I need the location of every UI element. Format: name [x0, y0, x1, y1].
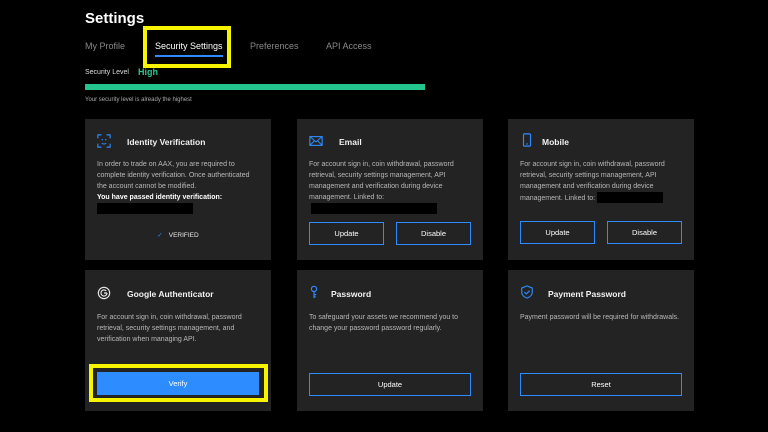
card-description: For account sign in, coin withdrawal, pa…	[309, 159, 473, 215]
card-description: To safeguard your assets we recommend yo…	[309, 314, 459, 332]
mobile-update-button[interactable]: Update	[520, 221, 595, 244]
tab-preferences[interactable]: Preferences	[250, 41, 299, 51]
redacted-email	[311, 203, 437, 214]
card-title: Email	[339, 137, 362, 147]
card-description-text: In order to trade on AAX, you are requir…	[97, 161, 250, 190]
security-level-label: Security Level	[85, 69, 129, 76]
verified-status: ✓ VERIFIED	[85, 231, 271, 239]
email-update-button[interactable]: Update	[309, 222, 384, 245]
email-disable-button[interactable]: Disable	[396, 222, 471, 245]
envelope-icon	[309, 136, 323, 146]
check-icon: ✓	[157, 232, 163, 239]
identity-passed-text: You have passed identity verification:	[97, 194, 223, 201]
security-level-bar-fill	[85, 84, 425, 90]
card-title: Identity Verification	[127, 137, 206, 147]
card-description: Payment password will be required for wi…	[520, 314, 680, 321]
redacted-phone	[597, 192, 664, 203]
highlight-box-security-tab	[143, 26, 231, 68]
key-icon	[310, 285, 318, 299]
security-level-value: High	[138, 67, 158, 77]
card-payment-password: Payment Password Payment password will b…	[508, 270, 694, 411]
shield-check-icon	[521, 285, 533, 299]
card-identity-verification: Identity Verification In order to trade …	[85, 119, 271, 260]
payment-reset-button[interactable]: Reset	[520, 373, 682, 396]
face-scan-icon	[97, 134, 111, 148]
card-title: Password	[331, 289, 372, 299]
tab-api-access[interactable]: API Access	[326, 41, 372, 51]
card-description: In order to trade on AAX, you are requir…	[97, 159, 259, 214]
highlight-box-verify-button	[89, 364, 268, 402]
google-icon	[97, 286, 111, 300]
card-description-text: For account sign in, coin withdrawal, pa…	[309, 161, 454, 201]
card-description: For account sign in, coin withdrawal, pa…	[520, 159, 684, 204]
card-mobile: Mobile For account sign in, coin withdra…	[508, 119, 694, 260]
page-title: Settings	[85, 10, 145, 27]
security-level-note: Your security level is already the highe…	[85, 97, 192, 103]
password-update-button[interactable]: Update	[309, 373, 471, 396]
card-email: Email For account sign in, coin withdraw…	[297, 119, 483, 260]
mobile-phone-icon	[522, 133, 532, 147]
mobile-disable-button[interactable]: Disable	[607, 221, 682, 244]
tab-my-profile[interactable]: My Profile	[85, 41, 125, 51]
redacted-identity	[97, 203, 193, 214]
security-level-bar	[85, 84, 425, 90]
card-title: Google Authenticator	[127, 289, 214, 299]
card-title: Payment Password	[548, 289, 626, 299]
card-title: Mobile	[542, 137, 569, 147]
card-description: For account sign in, coin withdrawal, pa…	[97, 314, 242, 343]
card-password: Password To safeguard your assets we rec…	[297, 270, 483, 411]
verified-label: VERIFIED	[168, 232, 199, 239]
